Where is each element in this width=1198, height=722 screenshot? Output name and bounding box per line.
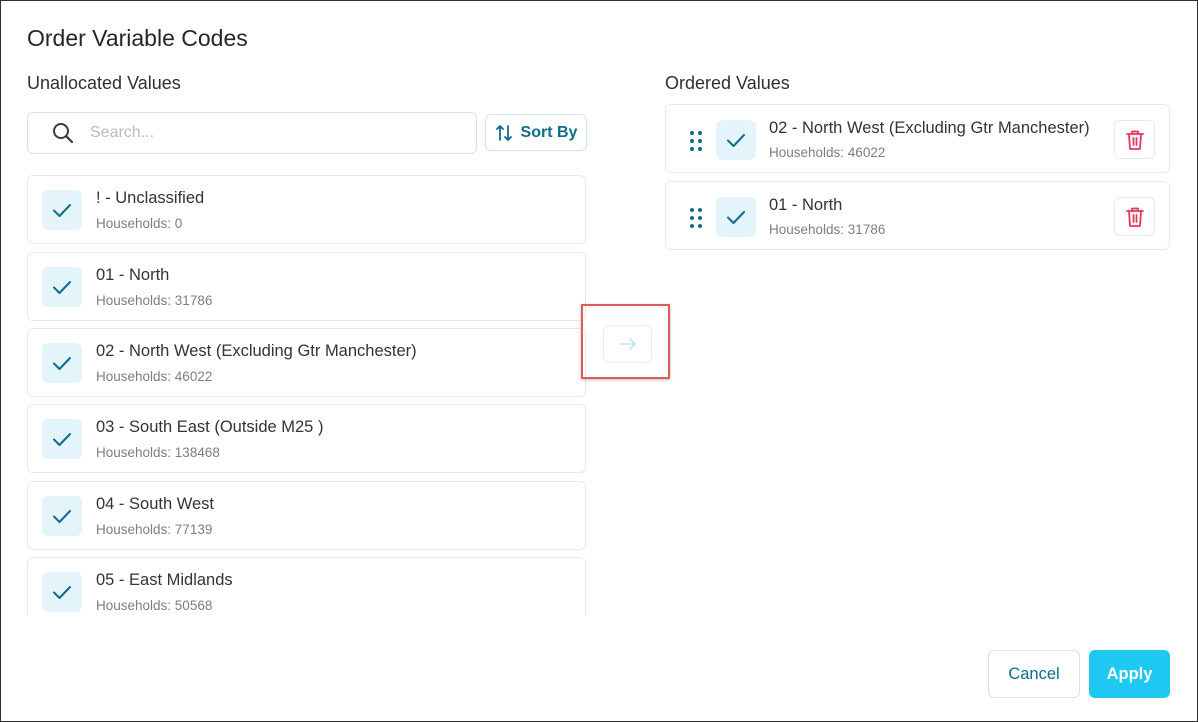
unallocated-heading: Unallocated Values <box>27 73 181 93</box>
delete-button[interactable] <box>1114 120 1155 159</box>
unallocated-item[interactable]: 05 - East Midlands Households: 50568 <box>27 557 586 615</box>
item-households: Households: 77139 <box>96 522 213 537</box>
item-checkbox[interactable] <box>42 572 82 612</box>
search-icon <box>53 123 74 144</box>
search-input[interactable] <box>90 124 430 142</box>
move-to-ordered-button[interactable] <box>603 325 652 363</box>
check-icon <box>53 204 71 217</box>
item-households: Households: 0 <box>96 216 183 231</box>
arrow-right-icon <box>618 338 636 350</box>
trash-icon <box>1125 207 1144 227</box>
unallocated-list: ! - Unclassified Households: 0 01 - Nort… <box>27 175 587 615</box>
unallocated-item[interactable]: 03 - South East (Outside M25 ) Household… <box>27 404 586 473</box>
item-households: Households: 46022 <box>769 145 886 160</box>
item-checkbox[interactable] <box>42 419 82 459</box>
drag-handle-icon[interactable] <box>688 130 704 152</box>
item-households: Households: 46022 <box>96 369 213 384</box>
search-box <box>27 112 477 154</box>
item-name: 01 - North <box>96 266 170 284</box>
item-checkbox[interactable] <box>42 190 82 230</box>
unallocated-item[interactable]: ! - Unclassified Households: 0 <box>27 175 586 244</box>
item-checkbox[interactable] <box>42 496 82 536</box>
sort-by-button[interactable]: Sort By <box>485 114 587 151</box>
order-variable-codes-dialog: Order Variable Codes Unallocated Values … <box>0 0 1198 722</box>
item-name: 05 - East Midlands <box>96 571 233 589</box>
item-households: Households: 138468 <box>96 445 220 460</box>
item-name: 03 - South East (Outside M25 ) <box>96 418 324 436</box>
cancel-button[interactable]: Cancel <box>988 650 1080 698</box>
ordered-item[interactable]: 02 - North West (Excluding Gtr Mancheste… <box>665 104 1170 173</box>
unallocated-item[interactable]: 01 - North Households: 31786 <box>27 252 586 321</box>
item-name: 04 - South West <box>96 495 215 513</box>
item-name: 01 - North <box>769 196 843 214</box>
dialog-title: Order Variable Codes <box>27 25 248 51</box>
item-households: Households: 31786 <box>96 293 213 308</box>
check-icon <box>53 510 71 523</box>
item-checkbox[interactable] <box>716 197 756 237</box>
check-icon <box>727 134 745 147</box>
item-households: Households: 31786 <box>769 222 886 237</box>
apply-button[interactable]: Apply <box>1089 650 1170 698</box>
transfer-highlight <box>581 304 670 379</box>
item-checkbox[interactable] <box>42 343 82 383</box>
check-icon <box>53 586 71 599</box>
check-icon <box>53 357 71 370</box>
trash-icon <box>1125 130 1144 150</box>
item-name: 02 - North West (Excluding Gtr Mancheste… <box>96 342 417 360</box>
delete-button[interactable] <box>1114 197 1155 236</box>
check-icon <box>727 211 745 224</box>
sort-by-label: Sort By <box>520 123 578 141</box>
item-checkbox[interactable] <box>42 267 82 307</box>
unallocated-item[interactable]: 02 - North West (Excluding Gtr Mancheste… <box>27 328 586 397</box>
ordered-heading: Ordered Values <box>665 73 790 93</box>
check-icon <box>53 281 71 294</box>
item-households: Households: 50568 <box>96 598 213 613</box>
drag-handle-icon[interactable] <box>688 207 704 229</box>
item-name: 02 - North West (Excluding Gtr Mancheste… <box>769 119 1090 137</box>
sort-arrows-icon <box>495 124 512 141</box>
check-icon <box>53 433 71 446</box>
ordered-item[interactable]: 01 - North Households: 31786 <box>665 181 1170 250</box>
item-checkbox[interactable] <box>716 120 756 160</box>
item-name: ! - Unclassified <box>96 189 205 207</box>
unallocated-item[interactable]: 04 - South West Households: 77139 <box>27 481 586 550</box>
